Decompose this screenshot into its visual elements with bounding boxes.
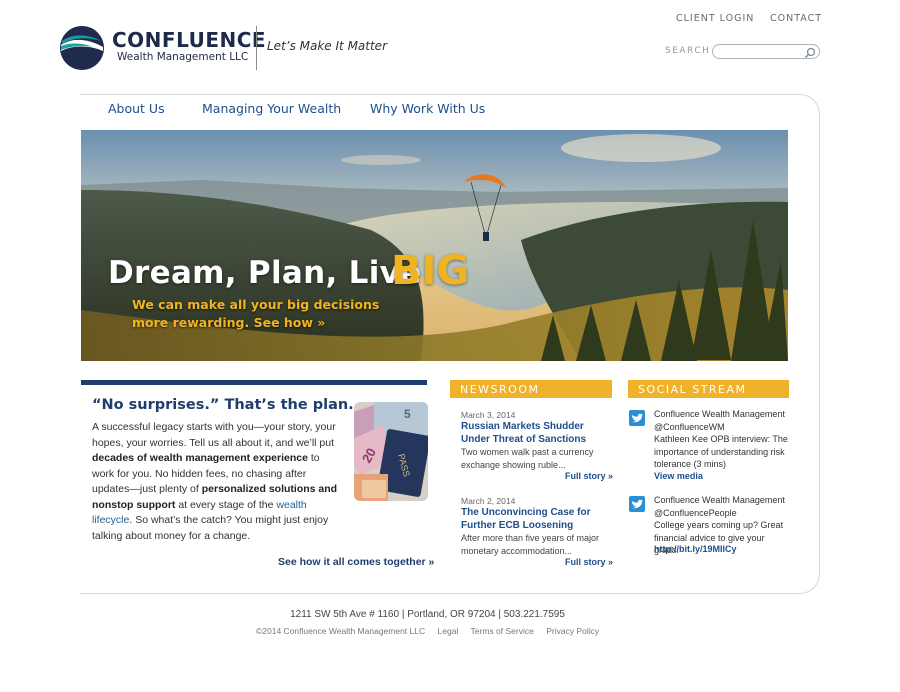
confluence-logo-icon[interactable] xyxy=(59,25,105,71)
intro-paragraph: A successful legacy starts with you—your… xyxy=(92,420,342,544)
search-field[interactable] xyxy=(712,44,820,59)
news-full-story-link[interactable]: Full story » xyxy=(565,557,613,567)
footer-privacy-link[interactable]: Privacy Policy xyxy=(546,626,599,636)
search-label: SEARCH xyxy=(665,46,711,56)
social-post-handle: @ConfluenceWM xyxy=(654,421,725,432)
news-date: March 2, 2014 xyxy=(461,496,516,506)
intro-heading: “No surprises.” That’s the plan. xyxy=(92,397,354,413)
contact-link[interactable]: CONTACT xyxy=(770,13,822,24)
news-description: After more than five years of major mone… xyxy=(461,533,600,556)
news-title-link[interactable]: The Unconvincing Case for Further ECB Lo… xyxy=(461,507,611,532)
news-date: March 3, 2014 xyxy=(461,410,516,420)
social-stream-heading: SOCIAL STREAM xyxy=(628,380,789,398)
social-post-handle: @ConfluencePeople xyxy=(654,507,737,518)
social-post: Confluence Wealth Management @Confluence… xyxy=(654,408,789,471)
brand-name[interactable]: CONFLUENCE xyxy=(112,28,266,52)
intro-text-3: at every stage of the xyxy=(175,498,277,511)
nav-why-work-with-us[interactable]: Why Work With Us xyxy=(370,101,485,116)
client-login-link[interactable]: CLIENT LOGIN xyxy=(676,13,754,24)
social-post-author: Confluence Wealth Management xyxy=(654,495,785,505)
twitter-icon[interactable] xyxy=(629,496,645,512)
footer-copyright: ©2014 Confluence Wealth Management LLC xyxy=(256,626,426,636)
footer-address: 1211 SW 5th Ave # 1160 | Portland, OR 97… xyxy=(290,609,565,620)
nav-about-us[interactable]: About Us xyxy=(108,101,165,116)
news-full-story-link[interactable]: Full story » xyxy=(565,471,613,481)
intro-text-1: A successful legacy starts with you—your… xyxy=(92,421,336,449)
social-post-link[interactable]: http://bit.ly/19MIlCy xyxy=(654,544,737,554)
brand-subtitle: Wealth Management LLC xyxy=(117,51,249,63)
hero-subtitle: We can make all your big decisions more … xyxy=(132,296,379,332)
footer-terms-link[interactable]: Terms of Service xyxy=(471,626,534,636)
intro-bold-1: decades of wealth management experience xyxy=(92,452,308,464)
news-description: Two women walk past a currency exchange … xyxy=(461,447,594,470)
newsroom-heading: NEWSROOM xyxy=(450,380,612,398)
social-post-author: Confluence Wealth Management xyxy=(654,409,785,419)
social-post-text: Kathleen Kee OPB interview: The importan… xyxy=(654,434,788,469)
hero-title: Dream, Plan, Live xyxy=(108,255,422,291)
hero-banner[interactable]: Dream, Plan, Live BIG We can make all yo… xyxy=(81,130,788,361)
nav-managing-your-wealth[interactable]: Managing Your Wealth xyxy=(202,101,341,116)
search-input[interactable] xyxy=(721,45,807,58)
tagline: Let’s Make It Matter xyxy=(267,39,387,53)
hero-subtitle-line1: We can make all your big decisions xyxy=(132,297,380,312)
search-icon[interactable] xyxy=(804,46,816,59)
hero-subtitle-line2: more rewarding. xyxy=(132,315,250,330)
twitter-icon[interactable] xyxy=(629,410,645,426)
footer-links: ©2014 Confluence Wealth Management LLC L… xyxy=(256,626,609,636)
brand-divider xyxy=(256,26,257,70)
footer-legal-link[interactable]: Legal xyxy=(438,626,459,636)
currency-passport-image: 5 20 PASS xyxy=(354,402,428,501)
svg-text:5: 5 xyxy=(404,407,411,421)
hero-see-how-link[interactable]: See how » xyxy=(254,315,326,330)
see-how-it-comes-together-link[interactable]: See how it all comes together » xyxy=(278,556,434,568)
hero-title-big: BIG xyxy=(391,248,470,294)
intro-top-bar xyxy=(81,380,427,385)
news-title-link[interactable]: Russian Markets Shudder Under Threat of … xyxy=(461,421,611,446)
social-post-link[interactable]: View media xyxy=(654,471,703,481)
